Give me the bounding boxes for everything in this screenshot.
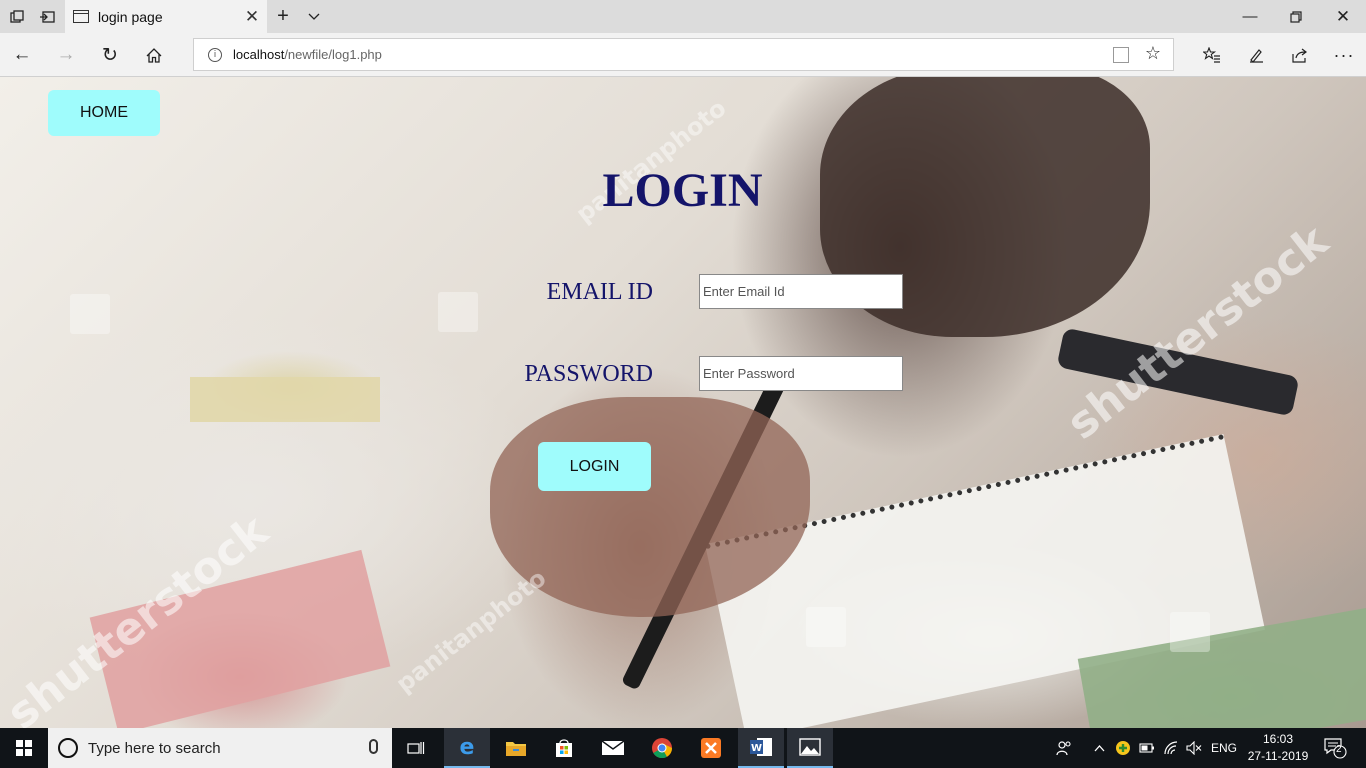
favorites-hub-icon[interactable] <box>1190 33 1234 77</box>
restore-icon[interactable] <box>1273 0 1319 33</box>
tab-preview-chevron-icon[interactable] <box>303 0 325 33</box>
security-shield-icon[interactable] <box>1112 728 1134 768</box>
refresh-icon[interactable]: ↻ <box>88 33 132 77</box>
wifi-icon[interactable] <box>1160 728 1182 768</box>
page-icon <box>73 10 89 23</box>
set-tabs-aside-icon[interactable] <box>34 0 60 33</box>
watermark-icon <box>1170 612 1210 652</box>
sticky-note-yellow-image <box>190 377 380 422</box>
volume-muted-icon[interactable] <box>1183 728 1205 768</box>
input-language[interactable]: ENG <box>1207 728 1241 768</box>
login-page: shutterstock shutterstock panitanphoto p… <box>0 77 1366 728</box>
url-text: localhost/newfile/log1.php <box>233 47 382 62</box>
pen-notes-icon[interactable] <box>1234 33 1278 77</box>
action-center-icon[interactable]: 2 <box>1318 728 1352 768</box>
tab-login-page[interactable]: login page ✕ <box>65 0 267 33</box>
browser-tab-strip: login page ✕ + — ✕ <box>0 0 1366 33</box>
watermark-icon <box>806 607 846 647</box>
start-button[interactable] <box>0 728 48 768</box>
file-explorer-icon[interactable] <box>493 728 539 768</box>
reading-view-icon[interactable] <box>1113 47 1129 63</box>
people-icon[interactable] <box>1052 728 1076 768</box>
edge-taskbar-icon[interactable]: e <box>444 728 490 768</box>
clock[interactable]: 16:03 27-11-2019 <box>1246 731 1310 765</box>
photos-icon[interactable] <box>787 728 833 768</box>
close-tab-icon[interactable]: ✕ <box>237 7 267 27</box>
watermark-icon <box>70 294 110 334</box>
more-menu-icon[interactable]: ··· <box>1322 33 1366 77</box>
close-window-icon[interactable]: ✕ <box>1320 0 1366 33</box>
task-view-icon[interactable] <box>393 728 439 768</box>
password-label: PASSWORD <box>524 361 654 387</box>
store-icon[interactable] <box>541 728 587 768</box>
home-button[interactable]: HOME <box>48 90 160 136</box>
email-label: EMAIL ID <box>546 279 653 305</box>
favorite-star-icon[interactable]: ☆ <box>1145 43 1161 64</box>
windows-logo-icon <box>16 740 32 756</box>
browser-toolbar: ← → ↻ i localhost/newfile/log1.php ☆ ··· <box>0 33 1366 77</box>
email-field[interactable] <box>699 274 903 309</box>
new-tab-icon[interactable]: + <box>272 0 294 33</box>
search-placeholder: Type here to search <box>88 739 221 757</box>
word-icon[interactable]: W <box>738 728 784 768</box>
tab-title: login page <box>98 8 163 25</box>
microphone-icon[interactable] <box>369 739 378 754</box>
password-field[interactable] <box>699 356 903 391</box>
phone-image <box>1056 327 1300 417</box>
address-bar[interactable]: i localhost/newfile/log1.php ☆ <box>193 38 1174 71</box>
page-title: LOGIN <box>602 164 763 217</box>
taskbar: Type here to search e W ENG 16:03 27-11-… <box>0 728 1366 768</box>
sticky-note-pink-image <box>89 549 391 728</box>
notification-count: 2 <box>1336 744 1342 755</box>
xampp-icon[interactable] <box>688 728 734 768</box>
show-hidden-icons-chevron-icon[interactable] <box>1089 728 1109 768</box>
watermark: panitanphoto <box>390 563 552 699</box>
back-icon[interactable]: ← <box>0 33 44 77</box>
forward-icon[interactable]: → <box>44 33 88 77</box>
chrome-icon[interactable] <box>639 728 685 768</box>
clock-date: 27-11-2019 <box>1247 749 1309 763</box>
taskbar-search-box[interactable]: Type here to search <box>48 728 392 768</box>
home-icon[interactable] <box>132 33 176 77</box>
clock-time: 16:03 <box>1262 732 1294 746</box>
minimize-icon[interactable]: — <box>1227 0 1273 33</box>
cortana-icon <box>58 738 78 758</box>
login-button[interactable]: LOGIN <box>538 442 651 491</box>
site-info-icon[interactable]: i <box>208 47 222 62</box>
battery-icon[interactable] <box>1136 728 1158 768</box>
share-icon[interactable] <box>1278 33 1322 77</box>
tab-actions-icon[interactable] <box>4 0 30 33</box>
mail-icon[interactable] <box>590 728 636 768</box>
svg-text:W: W <box>751 743 762 754</box>
